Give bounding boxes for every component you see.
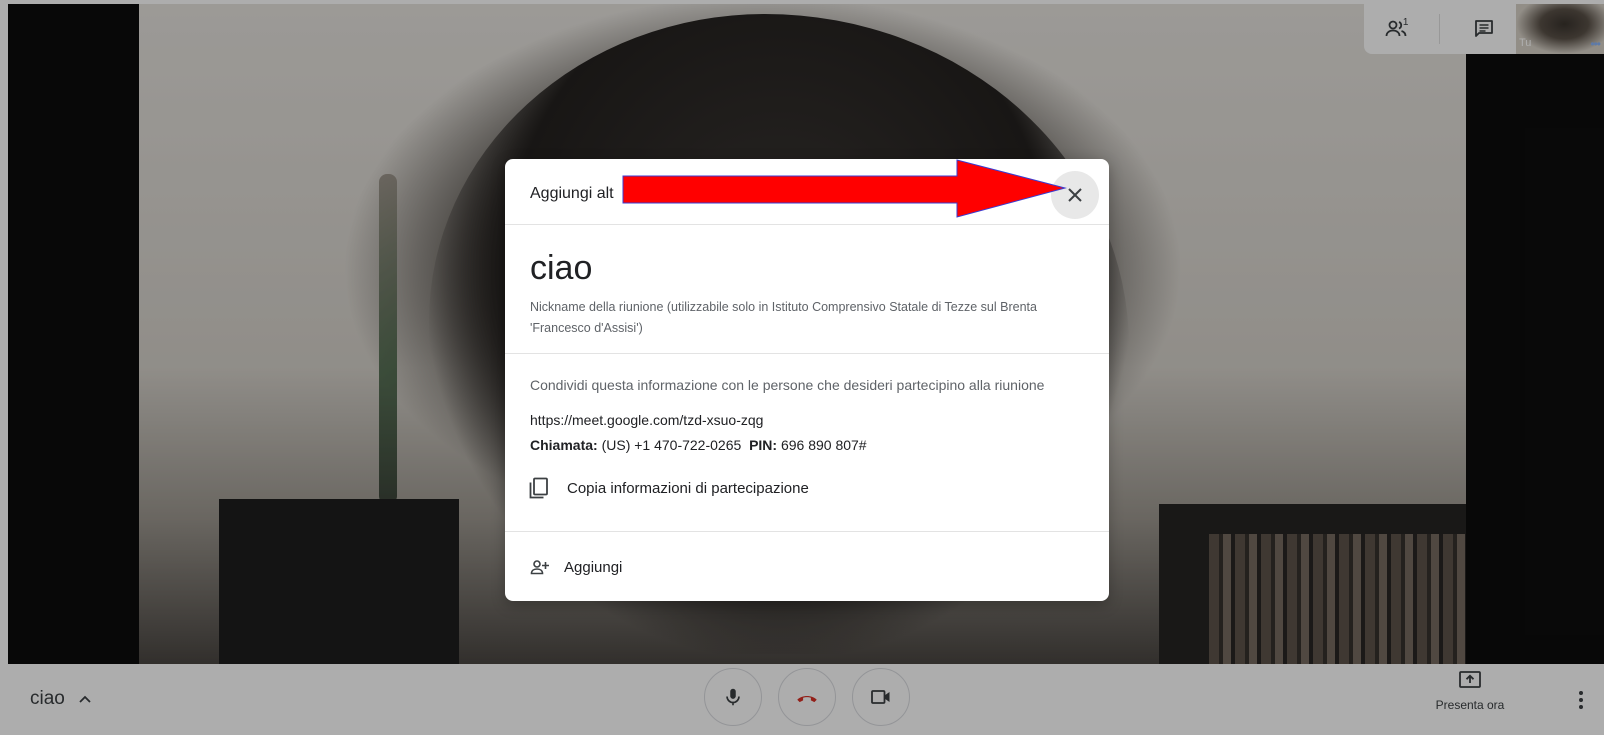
meeting-name-section: ciao Nickname della riunione (utilizzabi… xyxy=(505,225,1109,354)
copy-icon xyxy=(529,477,548,499)
call-label: Chiamata: xyxy=(530,437,598,453)
add-others-dialog: Aggiungi alt ciao Nickname della riunion… xyxy=(505,159,1109,601)
meeting-name: ciao xyxy=(530,249,593,287)
person-add-icon xyxy=(530,560,549,575)
meet-window: 1 Tu ••• ciao Presenta ora Aggiungi alt … xyxy=(0,0,1604,735)
add-people-button[interactable]: Aggiungi xyxy=(530,552,622,582)
copy-join-info-label: Copia informazioni di partecipazione xyxy=(567,479,809,497)
dialog-header: Aggiungi alt xyxy=(505,159,1109,225)
dial-in-info: Chiamata: (US) +1 470-722-0265 PIN: 696 … xyxy=(530,437,867,453)
meeting-link[interactable]: https://meet.google.com/tzd-xsuo-zqg xyxy=(530,412,763,428)
pin-value: 696 890 807# xyxy=(780,437,867,453)
join-info-section: Condividi questa informazione con le per… xyxy=(505,354,1109,532)
nickname-note: Nickname della riunione (utilizzabile so… xyxy=(530,300,1037,335)
close-button[interactable] xyxy=(1051,171,1099,219)
add-people-label: Aggiungi xyxy=(564,558,623,576)
close-icon xyxy=(1068,188,1082,202)
share-description: Condividi questa informazione con le per… xyxy=(530,377,1045,393)
dialog-title: Aggiungi alt xyxy=(530,185,614,202)
copy-join-info-button[interactable]: Copia informazioni di partecipazione xyxy=(527,473,809,503)
phone-number: (US) +1 470-722-0265 xyxy=(601,437,742,453)
pin-label: PIN: xyxy=(749,437,778,453)
